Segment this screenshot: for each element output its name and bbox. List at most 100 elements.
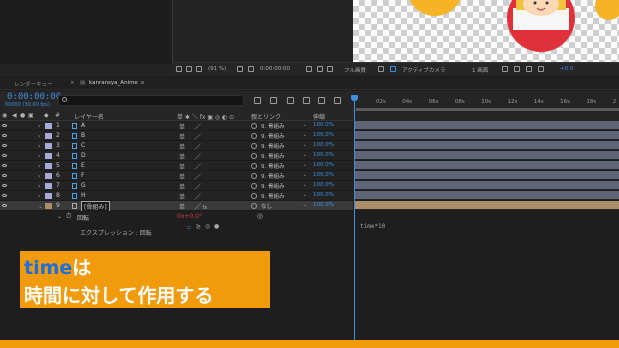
layer-row[interactable]: › 7 G 单／ 9. 骨組み ⌄ 100.0% <box>0 181 353 191</box>
eye-icon[interactable] <box>2 184 7 187</box>
label-color-swatch[interactable] <box>45 193 52 199</box>
3d-draft-icon[interactable] <box>514 66 520 72</box>
layer-name[interactable]: H <box>81 192 86 199</box>
twirl-arrow-icon[interactable]: › <box>38 153 40 160</box>
stretch-value[interactable]: 100.0% <box>313 162 334 168</box>
expand-arrow-icon[interactable]: ⌄ <box>57 213 62 220</box>
layer-duration-bar[interactable] <box>355 201 619 210</box>
parent-select[interactable]: 9. 骨組み ⌄ <box>261 122 307 130</box>
red-channel-icon[interactable] <box>327 66 333 72</box>
motion-blur-icon[interactable] <box>318 97 325 104</box>
shy-switch-icon[interactable]: 单 <box>179 162 185 171</box>
label-color-swatch[interactable] <box>45 143 52 149</box>
layer-name[interactable]: D <box>81 152 86 159</box>
parent-pickwhip-icon[interactable] <box>251 123 257 129</box>
exposure-value[interactable]: +0.0 <box>560 66 573 72</box>
property-value[interactable]: 0x+0.0° <box>177 213 202 220</box>
parent-select[interactable]: 9. 骨組み ⌄ <box>261 192 307 200</box>
expression-enable-icon[interactable]: ＝ <box>186 223 192 232</box>
stopwatch-icon[interactable]: ⏱ <box>66 212 71 221</box>
layer-name[interactable]: C <box>81 142 85 149</box>
twirl-arrow-icon[interactable]: › <box>38 193 40 200</box>
twirl-arrow-icon[interactable]: ⌄ <box>38 203 43 210</box>
layer-row[interactable]: › 2 B 单／ 9. 骨組み ⌄ 100.0% <box>0 131 353 141</box>
parent-pickwhip-icon[interactable] <box>251 183 257 189</box>
tab-menu-icon[interactable]: ≡ <box>140 80 145 86</box>
grid-icon[interactable] <box>186 66 192 72</box>
layer-row[interactable]: › 5 E 单／ 9. 骨組み ⌄ 100.0% <box>0 161 353 171</box>
current-time-display[interactable]: 0:00:00:00 <box>7 92 61 102</box>
twirl-arrow-icon[interactable]: › <box>38 163 40 170</box>
label-color-swatch[interactable] <box>45 163 52 169</box>
stretch-value[interactable]: 100.0% <box>313 122 334 128</box>
layer-row[interactable]: › 1 A 单／ 9. 骨組み ⌄ 100.0% <box>0 121 353 131</box>
layer-name[interactable]: B <box>81 132 85 139</box>
tab-composition[interactable]: kanransya_Anime <box>89 80 138 86</box>
camera-select[interactable]: アクティブカメラ <box>402 66 445 74</box>
shy-switch-icon[interactable]: 单 <box>179 142 185 151</box>
expression-pickwhip-icon[interactable]: ◎ <box>205 223 210 230</box>
stretch-value[interactable]: 100.0% <box>313 192 334 198</box>
mask-icon[interactable] <box>196 66 202 72</box>
shy-switch-icon[interactable]: 单 <box>179 182 185 191</box>
layer-search-input[interactable] <box>58 95 244 106</box>
layer-row[interactable]: › 3 C 单／ 9. 骨組み ⌄ 100.0% <box>0 141 353 151</box>
layer-name[interactable]: A <box>81 122 85 129</box>
parent-pickwhip-icon[interactable] <box>251 143 257 149</box>
shy-switch-icon[interactable]: 单 <box>179 192 185 201</box>
layer-name[interactable]: F <box>81 172 84 179</box>
twirl-arrow-icon[interactable]: › <box>38 143 40 150</box>
twirl-arrow-icon[interactable]: › <box>38 173 40 180</box>
toggle-transparency-icon[interactable] <box>390 66 396 72</box>
layer-row[interactable]: › 8 H 单／ 9. 骨組み ⌄ 100.0% <box>0 191 353 201</box>
stretch-value[interactable]: 100.0% <box>313 142 334 148</box>
shy-switch-icon[interactable]: 单 <box>179 172 185 181</box>
parent-select[interactable]: 9. 骨組み ⌄ <box>261 142 307 150</box>
property-row-rotation[interactable]: ⌄ ⏱ 回転 0x+0.0° ◎ <box>0 211 353 222</box>
pickwhip-icon[interactable]: ◎ <box>257 212 263 220</box>
playhead-line[interactable] <box>354 95 355 340</box>
twirl-arrow-icon[interactable]: › <box>38 183 40 190</box>
frame-blending-icon[interactable] <box>303 97 310 104</box>
eye-icon[interactable] <box>2 144 7 147</box>
layer-duration-bar[interactable] <box>355 191 619 200</box>
layer-duration-bar[interactable] <box>355 141 619 150</box>
twirl-arrow-icon[interactable]: › <box>38 133 40 140</box>
parent-pickwhip-icon[interactable] <box>251 133 257 139</box>
parent-pickwhip-icon[interactable] <box>251 193 257 199</box>
parent-pickwhip-icon[interactable] <box>251 203 257 209</box>
reset-exposure-icon[interactable] <box>538 66 544 72</box>
layer-duration-bar[interactable] <box>355 161 619 170</box>
graph-editor-icon[interactable] <box>334 97 341 104</box>
parent-select[interactable]: 9. 骨組み ⌄ <box>261 172 307 180</box>
parent-select[interactable]: なし ⌄ <box>261 202 307 210</box>
comp-mini-flowchart-icon[interactable] <box>254 97 261 104</box>
label-color-swatch[interactable] <box>45 153 52 159</box>
draft-3d-icon[interactable] <box>270 97 277 104</box>
column-layer-name[interactable]: レイヤー名 <box>74 112 104 121</box>
shy-switch-icon[interactable]: 单 <box>179 152 185 161</box>
layer-duration-bar[interactable] <box>355 131 619 140</box>
expression-editor[interactable]: time*10 <box>360 223 385 230</box>
eye-icon[interactable] <box>2 124 7 127</box>
parent-select[interactable]: 9. 骨組み ⌄ <box>261 132 307 140</box>
parent-pickwhip-icon[interactable] <box>251 163 257 169</box>
eye-icon[interactable] <box>2 174 7 177</box>
camera-snapshot-icon[interactable] <box>306 66 312 72</box>
layer-row[interactable]: › 6 F 单／ 9. 骨組み ⌄ 100.0% <box>0 171 353 181</box>
parent-pickwhip-icon[interactable] <box>251 173 257 179</box>
shy-switch-icon[interactable]: 单 <box>179 122 185 131</box>
transparency-grid-icon[interactable] <box>248 66 254 72</box>
resolution-select[interactable]: フル画質 <box>344 66 366 74</box>
playhead-handle[interactable] <box>351 95 358 101</box>
close-icon[interactable]: × <box>70 80 75 86</box>
layer-row[interactable]: ⌄ 9 [骨組み] 单／ fx なし ⌄ 100.0% <box>0 201 353 212</box>
shy-icon[interactable] <box>287 97 294 104</box>
stretch-value[interactable]: 100.0% <box>313 202 334 208</box>
stretch-value[interactable]: 100.0% <box>313 152 334 158</box>
viewer-timecode[interactable]: 0:00:00:00 <box>260 66 290 72</box>
eye-icon[interactable] <box>2 164 7 167</box>
label-color-swatch[interactable] <box>45 203 52 209</box>
expression-graph-icon[interactable]: ⊵ <box>196 223 201 230</box>
fast-preview-icon[interactable] <box>378 66 384 72</box>
